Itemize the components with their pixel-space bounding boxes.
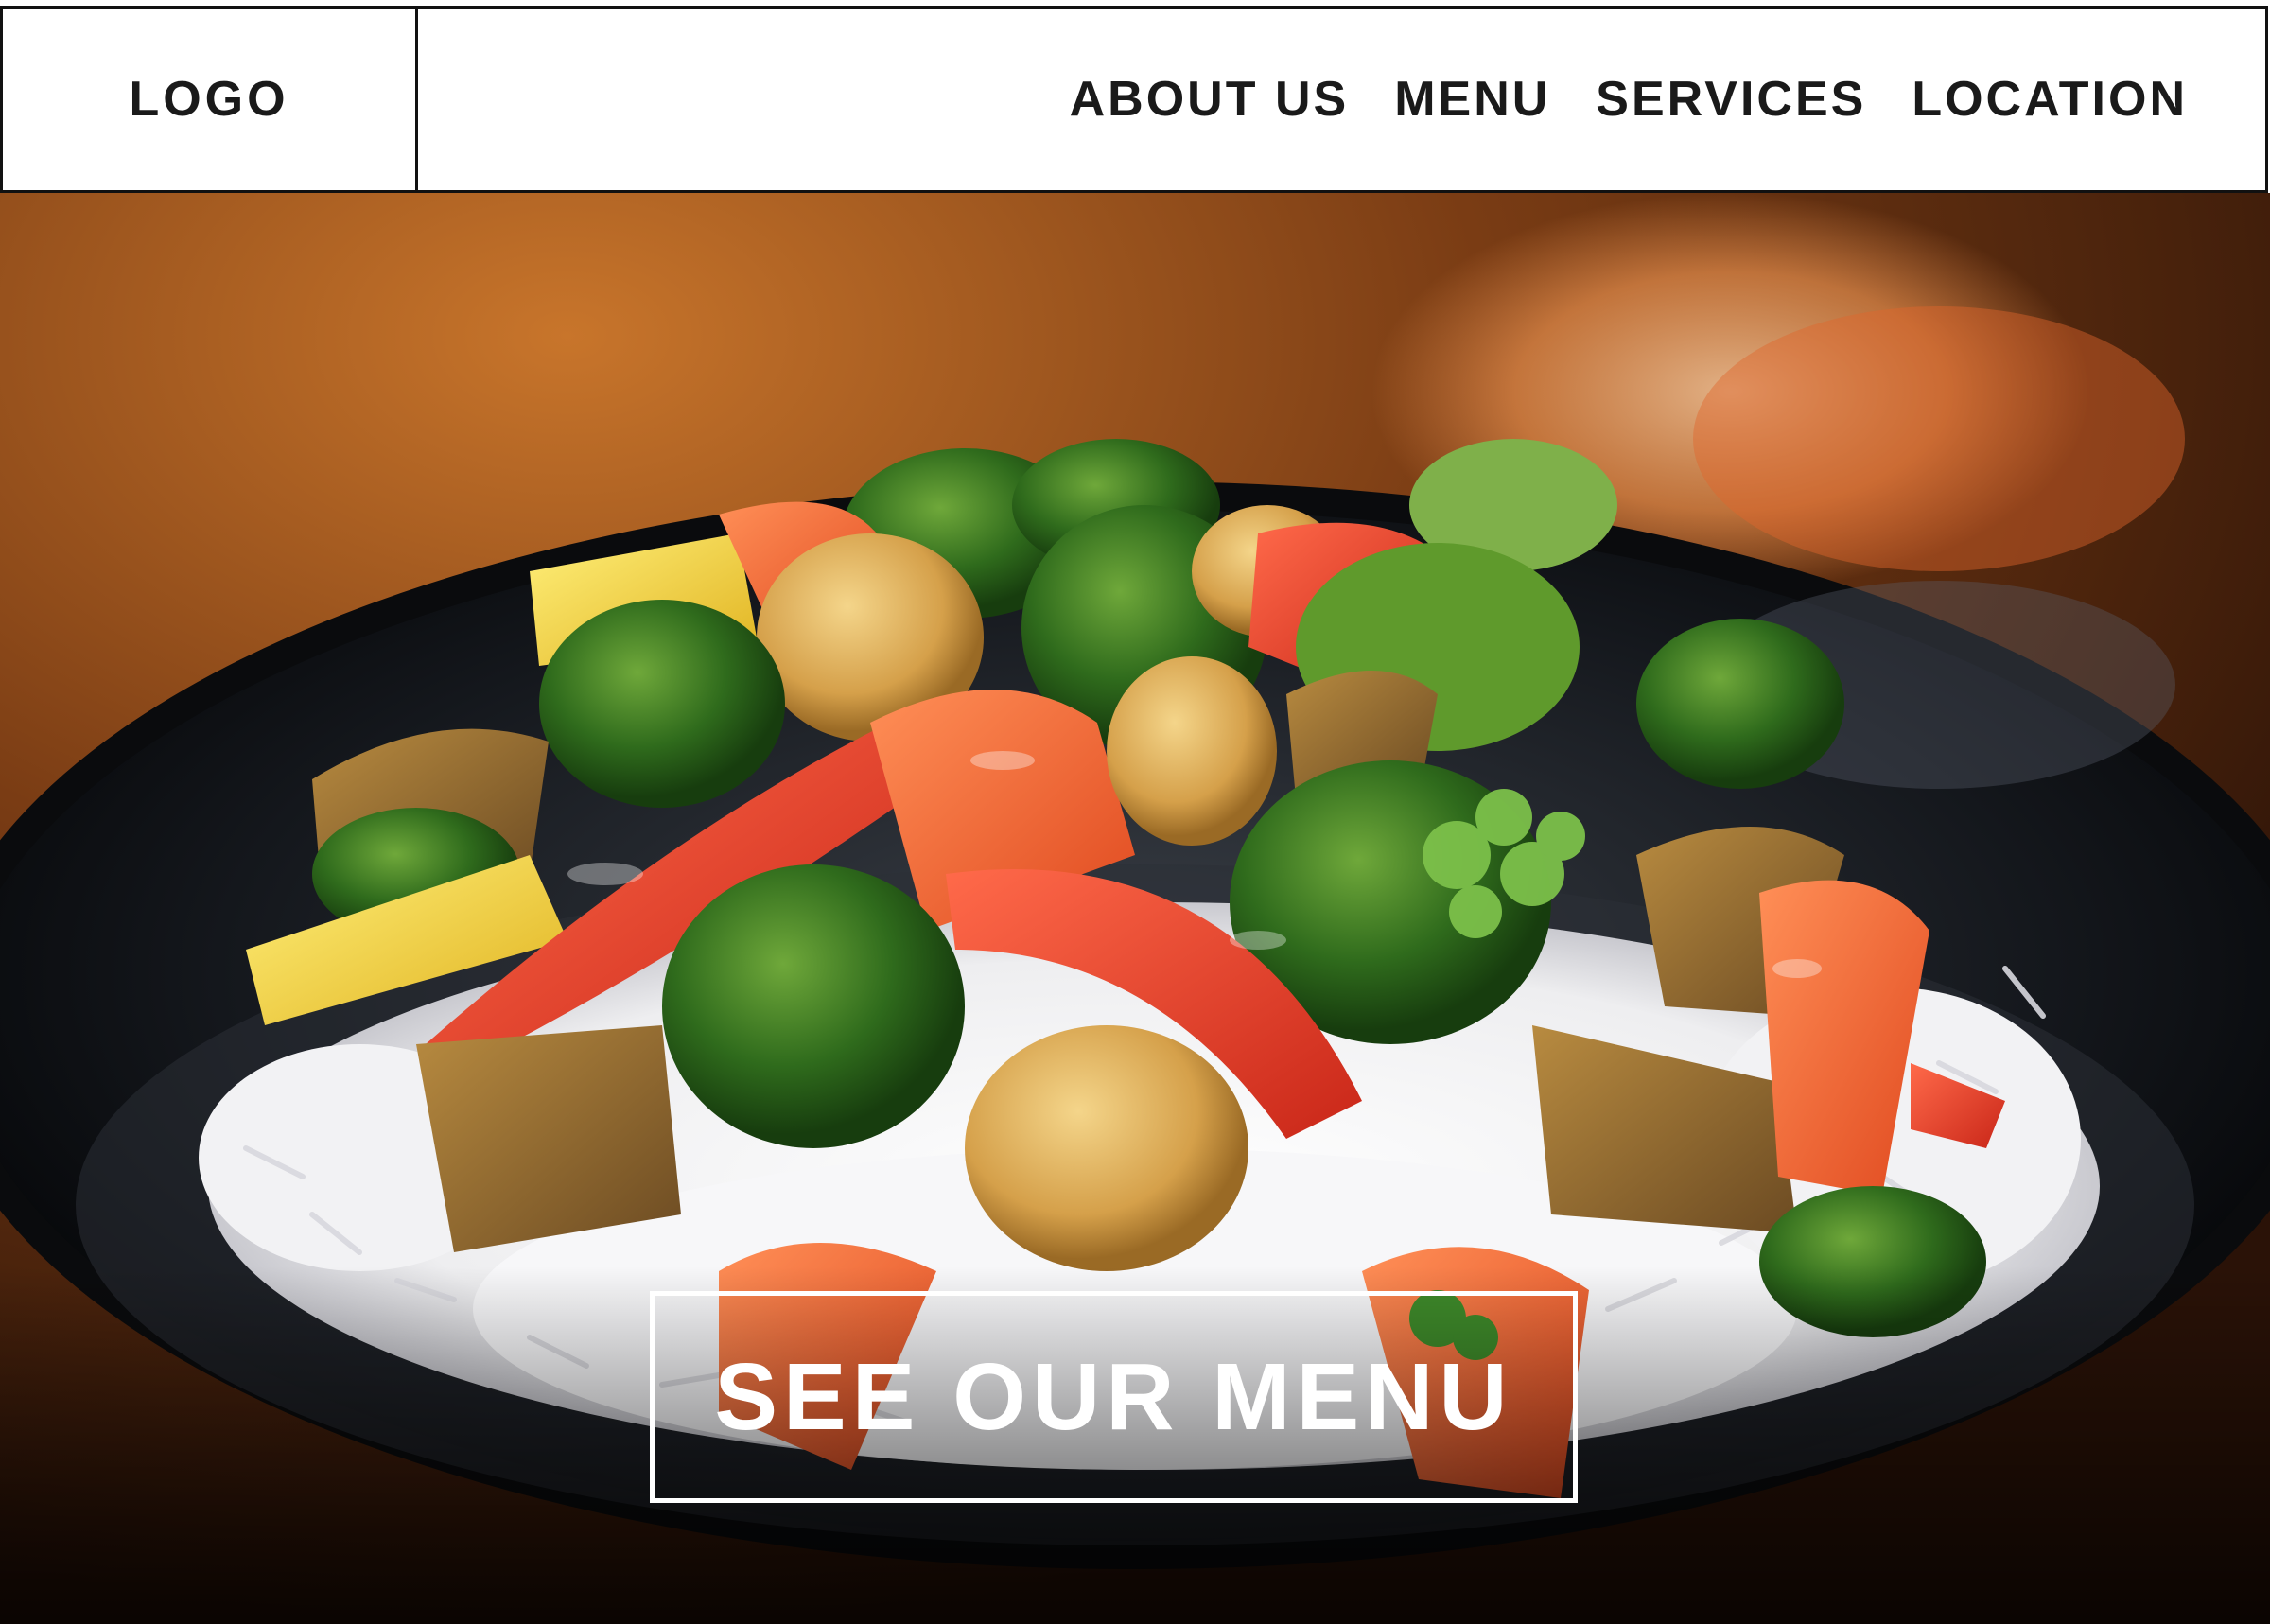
main-nav: ABOUT US MENU SERVICES LOCATION [1070, 9, 2188, 190]
see-our-menu-button[interactable]: SEE OUR MENU [650, 1291, 1578, 1503]
nav-menu[interactable]: MENU [1394, 71, 1550, 128]
landing-page: LOGO ABOUT US MENU SERVICES LOCATION SEE… [0, 0, 2270, 1624]
nav-location[interactable]: LOCATION [1912, 71, 2188, 128]
logo[interactable]: LOGO [3, 9, 418, 190]
nav-about-us[interactable]: ABOUT US [1070, 71, 1350, 128]
site-header: LOGO ABOUT US MENU SERVICES LOCATION [0, 6, 2268, 193]
cta-label: SEE OUR MENU [714, 1343, 1513, 1450]
nav-services[interactable]: SERVICES [1596, 71, 1866, 128]
logo-text: LOGO [129, 72, 289, 127]
